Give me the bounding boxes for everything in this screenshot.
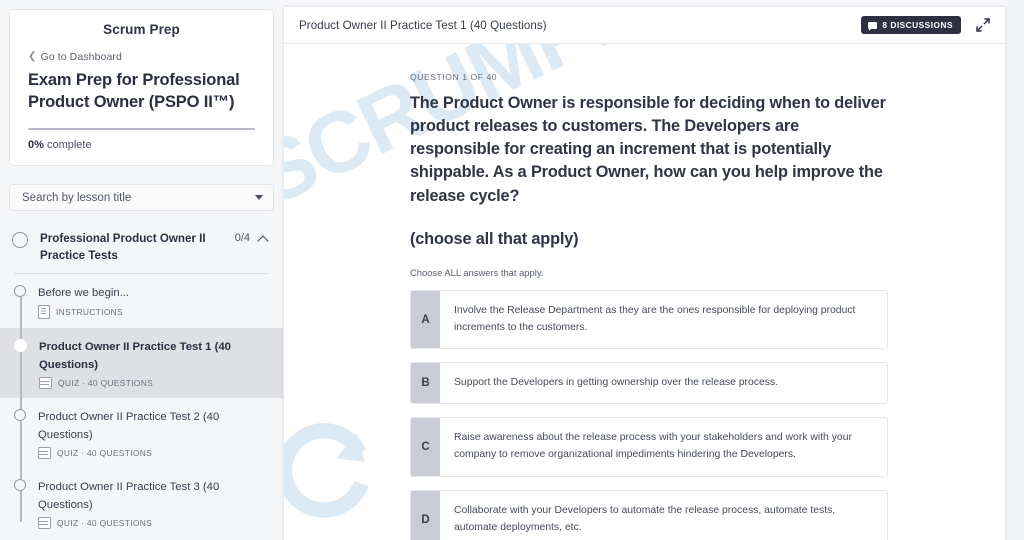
option-letter: C <box>411 418 440 477</box>
question-text: The Product Owner is responsible for dec… <box>410 94 886 205</box>
lesson-meta-label: QUIZ · 40 QUESTIONS <box>57 447 153 458</box>
lesson-item-practice-test-3[interactable]: Product Owner II Practice Test 3 (40 Que… <box>0 468 283 538</box>
lesson-status-dot <box>14 408 26 421</box>
question-counter: QUESTION 1 OF 40 <box>410 72 498 82</box>
course-section-1: Professional Product Owner II Practice T… <box>0 222 283 538</box>
lesson-status-dot <box>14 284 26 297</box>
course-sidebar: Scrum Prep ❮ Go to Dashboard Exam Prep f… <box>0 0 283 540</box>
option-letter: A <box>411 290 440 349</box>
option-letter: B <box>411 363 440 404</box>
question-content: QUESTION 1 OF 40 The Product Owner is re… <box>284 44 1005 540</box>
document-icon <box>38 304 50 319</box>
lesson-item-practice-test-2[interactable]: Product Owner II Practice Test 2 (40 Que… <box>0 398 283 468</box>
progress-label: complete <box>46 139 92 152</box>
lesson-header: Product Owner II Practice Test 1 (40 Que… <box>284 7 1005 44</box>
answer-option-d[interactable]: D Collaborate with your Developers to au… <box>410 490 888 540</box>
lesson-meta: QUIZ · 40 QUESTIONS <box>38 446 269 459</box>
quiz-icon <box>39 376 52 389</box>
go-to-dashboard-label: Go to Dashboard <box>40 51 122 63</box>
discussions-label: 8 DISCUSSIONS <box>882 20 953 30</box>
lesson-meta-label: QUIZ · 40 QUESTIONS <box>58 377 154 388</box>
option-letter: D <box>411 491 440 540</box>
expand-diagonal-icon[interactable] <box>975 17 991 33</box>
option-text: Collaborate with your Developers to auto… <box>454 505 836 533</box>
search-lesson-input[interactable]: Search by lesson title <box>9 184 274 211</box>
lesson-meta: QUIZ · 40 QUESTIONS <box>39 376 269 389</box>
lesson-meta-label: QUIZ · 40 QUESTIONS <box>57 517 153 528</box>
option-text: Support the Developers in getting owners… <box>454 376 779 388</box>
question-hint: Choose ALL answers that apply. <box>410 266 544 278</box>
lesson-title: Product Owner II Practice Test 1 (40 Que… <box>39 340 231 371</box>
brand-title: Scrum Prep <box>103 22 180 37</box>
discussions-button[interactable]: 8 DISCUSSIONS <box>861 16 961 34</box>
chevron-up-icon[interactable] <box>258 234 269 245</box>
lesson-tree: Professional Product Owner II Practice T… <box>0 222 283 540</box>
section-title: Professional Product Owner II Practice T… <box>40 232 206 262</box>
progress-percent: 0% <box>28 139 44 152</box>
lesson-meta-label: INSTRUCTIONS <box>56 306 124 317</box>
go-to-dashboard-link[interactable]: ❮ Go to Dashboard <box>28 51 255 63</box>
chat-bubble-icon <box>868 21 878 31</box>
progress-status: 0% complete <box>28 139 255 151</box>
section-header-practice-tests[interactable]: Professional Product Owner II Practice T… <box>0 222 283 273</box>
quiz-icon <box>38 446 51 459</box>
lesson-title: Before we begin... <box>38 286 130 299</box>
lesson-meta: QUIZ · 40 QUESTIONS <box>38 516 269 529</box>
quiz-icon <box>38 516 51 529</box>
lesson-header-title: Product Owner II Practice Test 1 (40 Que… <box>299 18 547 32</box>
search-placeholder: Search by lesson title <box>22 191 132 204</box>
answer-option-c[interactable]: C Raise awareness about the release proc… <box>410 417 888 478</box>
answer-option-b[interactable]: B Support the Developers in getting owne… <box>410 362 888 405</box>
course-info-card: Scrum Prep ❮ Go to Dashboard Exam Prep f… <box>9 9 274 167</box>
progress-bar <box>28 127 255 131</box>
lesson-list: Before we begin... INSTRUCTIONS Product … <box>0 274 283 538</box>
section-progress-count: 0/4 <box>234 232 250 244</box>
lesson-content-panel: Product Owner II Practice Test 1 (40 Que… <box>283 6 1006 540</box>
lesson-item-before-we-begin[interactable]: Before we begin... INSTRUCTIONS <box>0 274 283 328</box>
circle-outline-icon <box>12 232 28 248</box>
lesson-meta: INSTRUCTIONS <box>38 304 269 319</box>
option-text: Raise awareness about the release proces… <box>454 432 852 461</box>
course-player-page: Scrum Prep ❮ Go to Dashboard Exam Prep f… <box>0 0 1024 540</box>
lesson-title: Product Owner II Practice Test 3 (40 Que… <box>38 480 220 511</box>
answer-option-a[interactable]: A Involve the Release Department as they… <box>410 289 888 350</box>
lesson-title: Product Owner II Practice Test 2 (40 Que… <box>38 410 220 441</box>
lesson-item-practice-test-1[interactable]: Product Owner II Practice Test 1 (40 Que… <box>0 327 283 398</box>
course-title: Exam Prep for Professional Product Owner… <box>28 71 240 111</box>
chevron-left-icon: ❮ <box>28 51 37 62</box>
lesson-status-dot <box>14 478 26 491</box>
question-subtext: (choose all that apply) <box>410 229 579 248</box>
caret-down-icon[interactable] <box>255 195 263 200</box>
option-text: Involve the Release Department as they a… <box>454 304 856 333</box>
lesson-status-dot-active <box>14 338 27 352</box>
